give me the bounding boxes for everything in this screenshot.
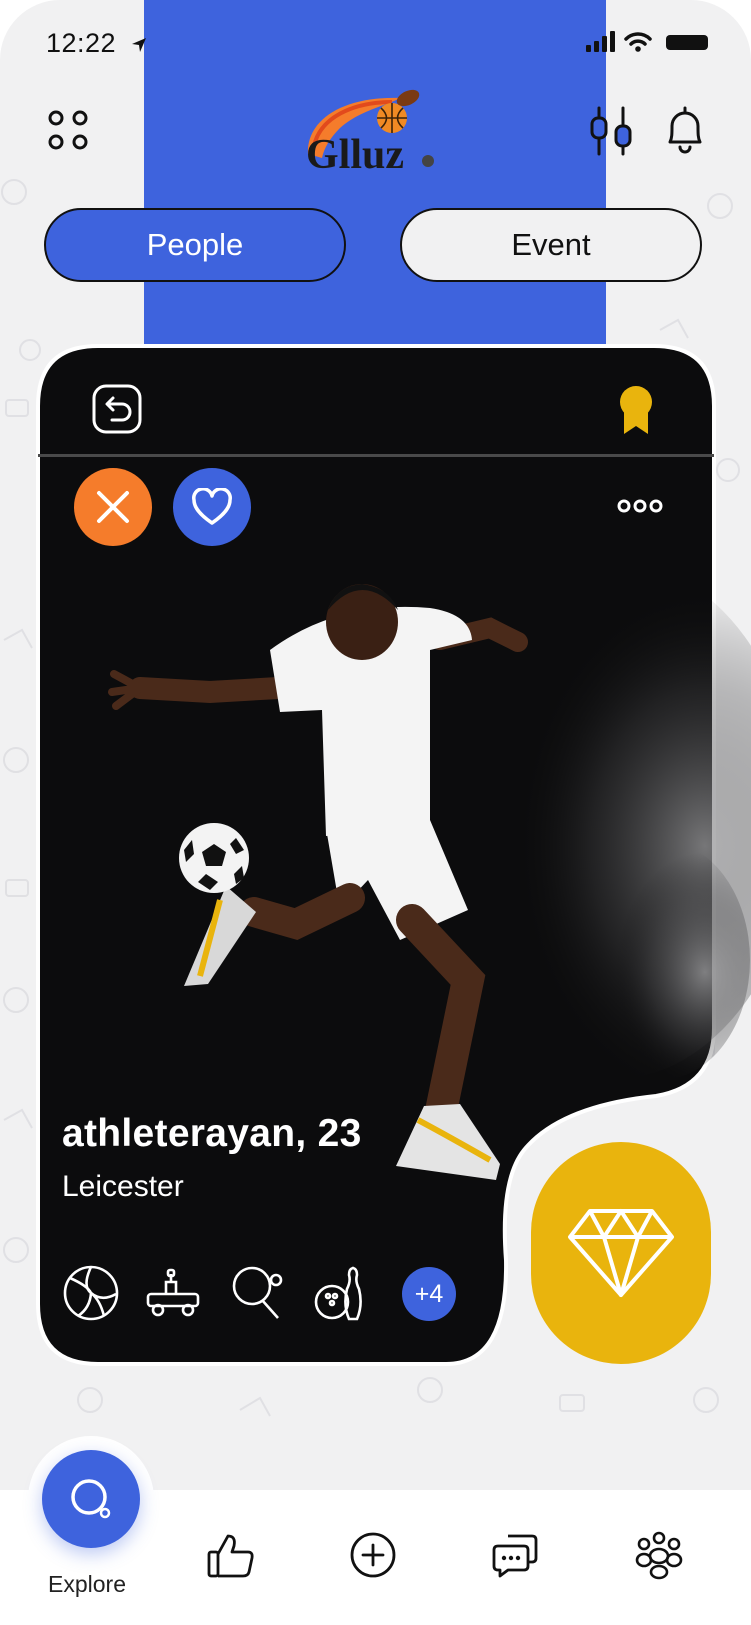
bell-icon[interactable] [662, 106, 708, 156]
more-dots-icon[interactable] [616, 496, 664, 516]
soccer-ball-image [179, 823, 249, 893]
signal-icon [586, 31, 615, 52]
card-divider [38, 454, 714, 457]
kart-icon [146, 1268, 200, 1317]
heart-icon [192, 488, 232, 525]
close-icon [97, 491, 129, 523]
volleyball-icon [63, 1265, 119, 1321]
explore-icon [71, 1479, 111, 1519]
status-icons [586, 31, 708, 52]
tab-people[interactable]: People [44, 208, 346, 282]
add-circle-icon[interactable] [348, 1530, 398, 1580]
groups-icon[interactable] [634, 1530, 684, 1580]
nav-explore-label: Explore [48, 1571, 126, 1597]
logo-wordmark: Glluz [306, 132, 404, 176]
like-button[interactable] [173, 468, 251, 546]
sliders-icon[interactable] [588, 106, 634, 156]
undo-icon[interactable] [92, 384, 142, 434]
nav-explore-button[interactable] [42, 1450, 140, 1548]
thumbs-up-icon[interactable] [206, 1530, 256, 1580]
profile-name-age: athleterayan, 23 [62, 1112, 362, 1155]
location-arrow-icon [132, 38, 146, 52]
diamond-icon [568, 1209, 674, 1297]
bowling-icon [314, 1266, 362, 1321]
app-screen: 12:22 Glluz People Event athleterayan, 2… [0, 0, 751, 1625]
app-logo: Glluz [300, 84, 450, 178]
chat-icon[interactable] [490, 1530, 540, 1580]
tab-event[interactable]: Event [400, 208, 702, 282]
more-sports-badge[interactable]: +4 [402, 1267, 456, 1321]
award-ribbon-icon[interactable] [614, 384, 658, 436]
grid-dots-icon[interactable] [44, 106, 92, 154]
premium-button[interactable] [531, 1142, 711, 1364]
table-tennis-icon [232, 1266, 283, 1319]
battery-icon [666, 35, 708, 50]
reject-button[interactable] [74, 468, 152, 546]
profile-city: Leicester [62, 1170, 184, 1203]
wifi-icon [624, 32, 652, 46]
status-time: 12:22 [46, 28, 117, 58]
